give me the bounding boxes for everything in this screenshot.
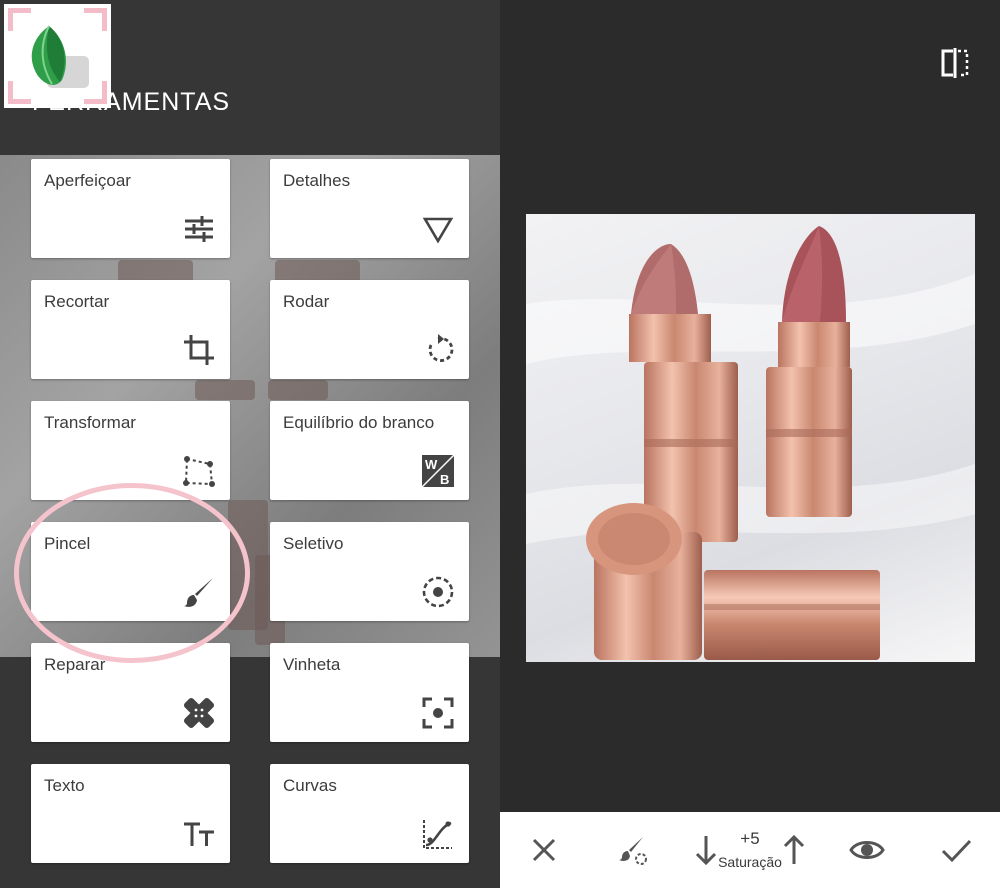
photo-preview[interactable] bbox=[526, 214, 975, 662]
tool-seletivo[interactable]: Seletivo bbox=[270, 522, 469, 621]
svg-text:B: B bbox=[440, 472, 449, 487]
tool-label: Recortar bbox=[44, 292, 110, 311]
tune-icon bbox=[185, 216, 213, 242]
adjust-value: +5 bbox=[740, 829, 760, 848]
eye-icon[interactable] bbox=[849, 832, 885, 868]
tool-label: Transformar bbox=[44, 413, 136, 432]
selective-icon bbox=[422, 576, 454, 608]
crop-icon bbox=[184, 335, 214, 365]
perspective-icon bbox=[183, 456, 215, 487]
brush-mask-icon[interactable] bbox=[616, 832, 652, 868]
tool-label: Detalhes bbox=[283, 171, 351, 190]
editor-panel: +5 Saturação bbox=[500, 0, 1000, 888]
check-icon[interactable] bbox=[938, 832, 974, 868]
rotate-icon bbox=[428, 334, 454, 362]
tool-rodar[interactable]: Rodar bbox=[270, 280, 469, 379]
leaf-icon bbox=[31, 25, 89, 88]
vignette-icon bbox=[422, 697, 454, 729]
healing-icon bbox=[183, 697, 215, 729]
svg-text:W: W bbox=[425, 457, 438, 472]
tool-label: Curvas bbox=[283, 776, 337, 795]
tool-texto[interactable]: Texto bbox=[31, 764, 230, 863]
arrow-up-icon[interactable] bbox=[776, 832, 812, 868]
tool-label: Rodar bbox=[283, 292, 330, 311]
tool-label: Equilíbrio do branco bbox=[283, 413, 435, 432]
tool-vinheta[interactable]: Vinheta bbox=[270, 643, 469, 742]
tool-label: Seletivo bbox=[283, 534, 344, 553]
lipstick-photo bbox=[526, 226, 975, 660]
tool-label: Aperfeiçoar bbox=[44, 171, 131, 190]
tool-label: Vinheta bbox=[283, 655, 341, 674]
curves-icon bbox=[423, 820, 452, 849]
tools-panel: FERRAMENTAS Aperfeiçoar Detalhes Recorta… bbox=[0, 0, 500, 888]
tool-curvas[interactable]: Curvas bbox=[270, 764, 469, 863]
close-icon[interactable] bbox=[526, 832, 562, 868]
bottom-toolbar: +5 Saturação bbox=[500, 812, 1000, 888]
white-balance-icon: W B bbox=[421, 454, 455, 488]
highlight-circle bbox=[14, 483, 250, 663]
compare-icon[interactable] bbox=[940, 48, 970, 78]
snapseed-logo bbox=[4, 4, 111, 108]
tool-detalhes[interactable]: Detalhes bbox=[270, 159, 469, 258]
triangle-icon bbox=[422, 217, 454, 244]
tool-equilibrio-do-branco[interactable]: Equilíbrio do branco W B bbox=[270, 401, 469, 500]
tool-recortar[interactable]: Recortar bbox=[31, 280, 230, 379]
tool-label: Texto bbox=[44, 776, 85, 795]
tool-aperfeicoar[interactable]: Aperfeiçoar bbox=[31, 159, 230, 258]
text-icon bbox=[184, 822, 214, 846]
